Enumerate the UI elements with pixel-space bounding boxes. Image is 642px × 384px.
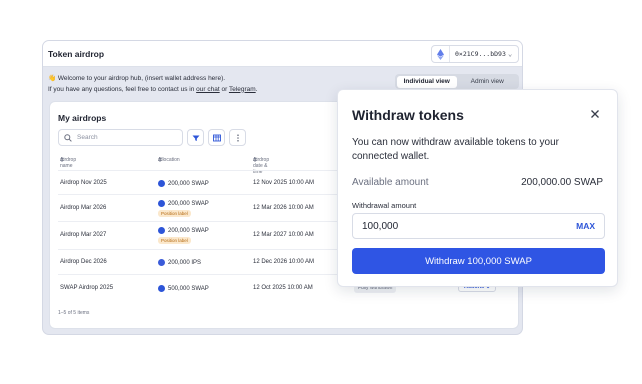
- column-header-label: Allocation: [158, 157, 180, 163]
- airdrop-datetime: 12 Nov 2025 10:00 AM: [253, 180, 315, 186]
- modal-title: Withdraw tokens: [352, 107, 464, 123]
- welcome-message: 👋 Welcome to your airdrop hub, (insert w…: [48, 74, 257, 95]
- window-title: Token airdrop: [48, 49, 105, 59]
- close-icon[interactable]: [588, 107, 602, 121]
- window-header: Token airdrop 0×21C9...bD93 ⌄: [43, 41, 522, 67]
- airdrop-datetime: 12 Dec 2026 10:00 AM: [253, 259, 315, 265]
- max-button[interactable]: MAX: [576, 221, 604, 231]
- tab-individual-view[interactable]: Individual view: [396, 75, 457, 88]
- telegram-link[interactable]: Telegram: [229, 86, 256, 93]
- welcome-line-2: If you have any questions, feel free to …: [48, 85, 257, 96]
- airdrop-name: Airdrop Dec 2026: [60, 259, 107, 265]
- welcome-prefix: If you have any questions, feel free to …: [48, 85, 197, 93]
- wallet-selector[interactable]: 0×21C9...bD93 ⌄: [431, 45, 519, 63]
- pagination-summary: 1–5 of 5 items: [58, 310, 90, 316]
- column-header-datetime[interactable]: Airdrop date & time: [253, 157, 269, 175]
- swap-token-icon: [158, 227, 165, 234]
- column-header-name[interactable]: Airdrop name: [60, 157, 76, 169]
- filter-button[interactable]: [187, 129, 204, 146]
- column-header-allocation[interactable]: Allocation: [158, 157, 180, 163]
- search-icon: [59, 133, 77, 142]
- more-options-button[interactable]: [229, 129, 246, 146]
- allocation-value: 200,000 SWAP: [168, 227, 209, 234]
- airdrop-datetime: 12 Mar 2026 10:00 AM: [253, 205, 314, 211]
- columns-icon: [212, 134, 221, 141]
- withdrawal-amount-label: Withdrawal amount: [352, 201, 417, 210]
- airdrop-name: Airdrop Mar 2026: [60, 205, 107, 211]
- columns-button[interactable]: [208, 129, 225, 146]
- airdrop-name: Airdrop Mar 2027: [60, 232, 107, 238]
- allocation-cell: 200,000 SWAP: [158, 180, 209, 187]
- allocation-value: 200,000 IPS: [168, 259, 202, 266]
- position-tag: Position label: [158, 237, 191, 244]
- ethereum-icon: [432, 46, 450, 62]
- swap-token-icon: [158, 200, 165, 207]
- view-tabs: Individual view Admin view: [395, 74, 519, 89]
- allocation-cell: 200,000 SWAP: [158, 227, 209, 234]
- withdraw-button[interactable]: Withdraw 100,000 SWAP: [352, 248, 605, 274]
- swap-token-icon: [158, 180, 165, 187]
- allocation-cell: 500,000 SWAP: [158, 285, 209, 292]
- available-amount-value: 200,000.00 SWAP: [521, 177, 603, 188]
- airdrop-datetime: 12 Oct 2025 10:00 AM: [253, 285, 313, 291]
- search-field[interactable]: Search: [58, 129, 183, 146]
- chevron-down-icon: ⌄: [508, 50, 513, 58]
- position-tag: Position label: [158, 210, 191, 217]
- modal-description: You can now withdraw available tokens to…: [352, 137, 559, 162]
- withdraw-modal: Withdraw tokens You can now withdraw ava…: [337, 89, 618, 287]
- wallet-address: 0×21C9...bD93: [455, 50, 506, 58]
- airdrops-title: My airdrops: [58, 113, 107, 123]
- tab-admin-view[interactable]: Admin view: [457, 76, 518, 88]
- withdrawal-amount-field: MAX: [352, 213, 605, 239]
- swap-token-icon: [158, 285, 165, 292]
- search-placeholder: Search: [77, 134, 98, 141]
- airdrop-datetime: 12 Mar 2027 10:00 AM: [253, 232, 314, 238]
- allocation-cell: 200,000 SWAP: [158, 200, 209, 207]
- allocation-value: 200,000 SWAP: [168, 180, 209, 187]
- allocation-cell: 200,000 IPS: [158, 259, 201, 266]
- welcome-line-1: 👋 Welcome to your airdrop hub, (insert w…: [48, 75, 226, 82]
- airdrop-name: Airdrop Nov 2025: [60, 180, 107, 186]
- column-header-label: Airdrop name: [60, 157, 77, 169]
- withdrawal-amount-input[interactable]: [353, 220, 577, 232]
- more-vertical-icon: [236, 133, 239, 142]
- available-amount-label: Available amount: [352, 177, 429, 188]
- airdrop-name: SWAP Airdrop 2025: [60, 285, 114, 291]
- filter-icon: [192, 135, 199, 141]
- chat-link[interactable]: our chat: [196, 86, 220, 93]
- allocation-value: 200,000 SWAP: [168, 200, 209, 207]
- welcome-or: or: [219, 85, 229, 93]
- welcome-suffix: .: [255, 85, 258, 93]
- ips-token-icon: [158, 259, 165, 266]
- allocation-value: 500,000 SWAP: [168, 285, 209, 292]
